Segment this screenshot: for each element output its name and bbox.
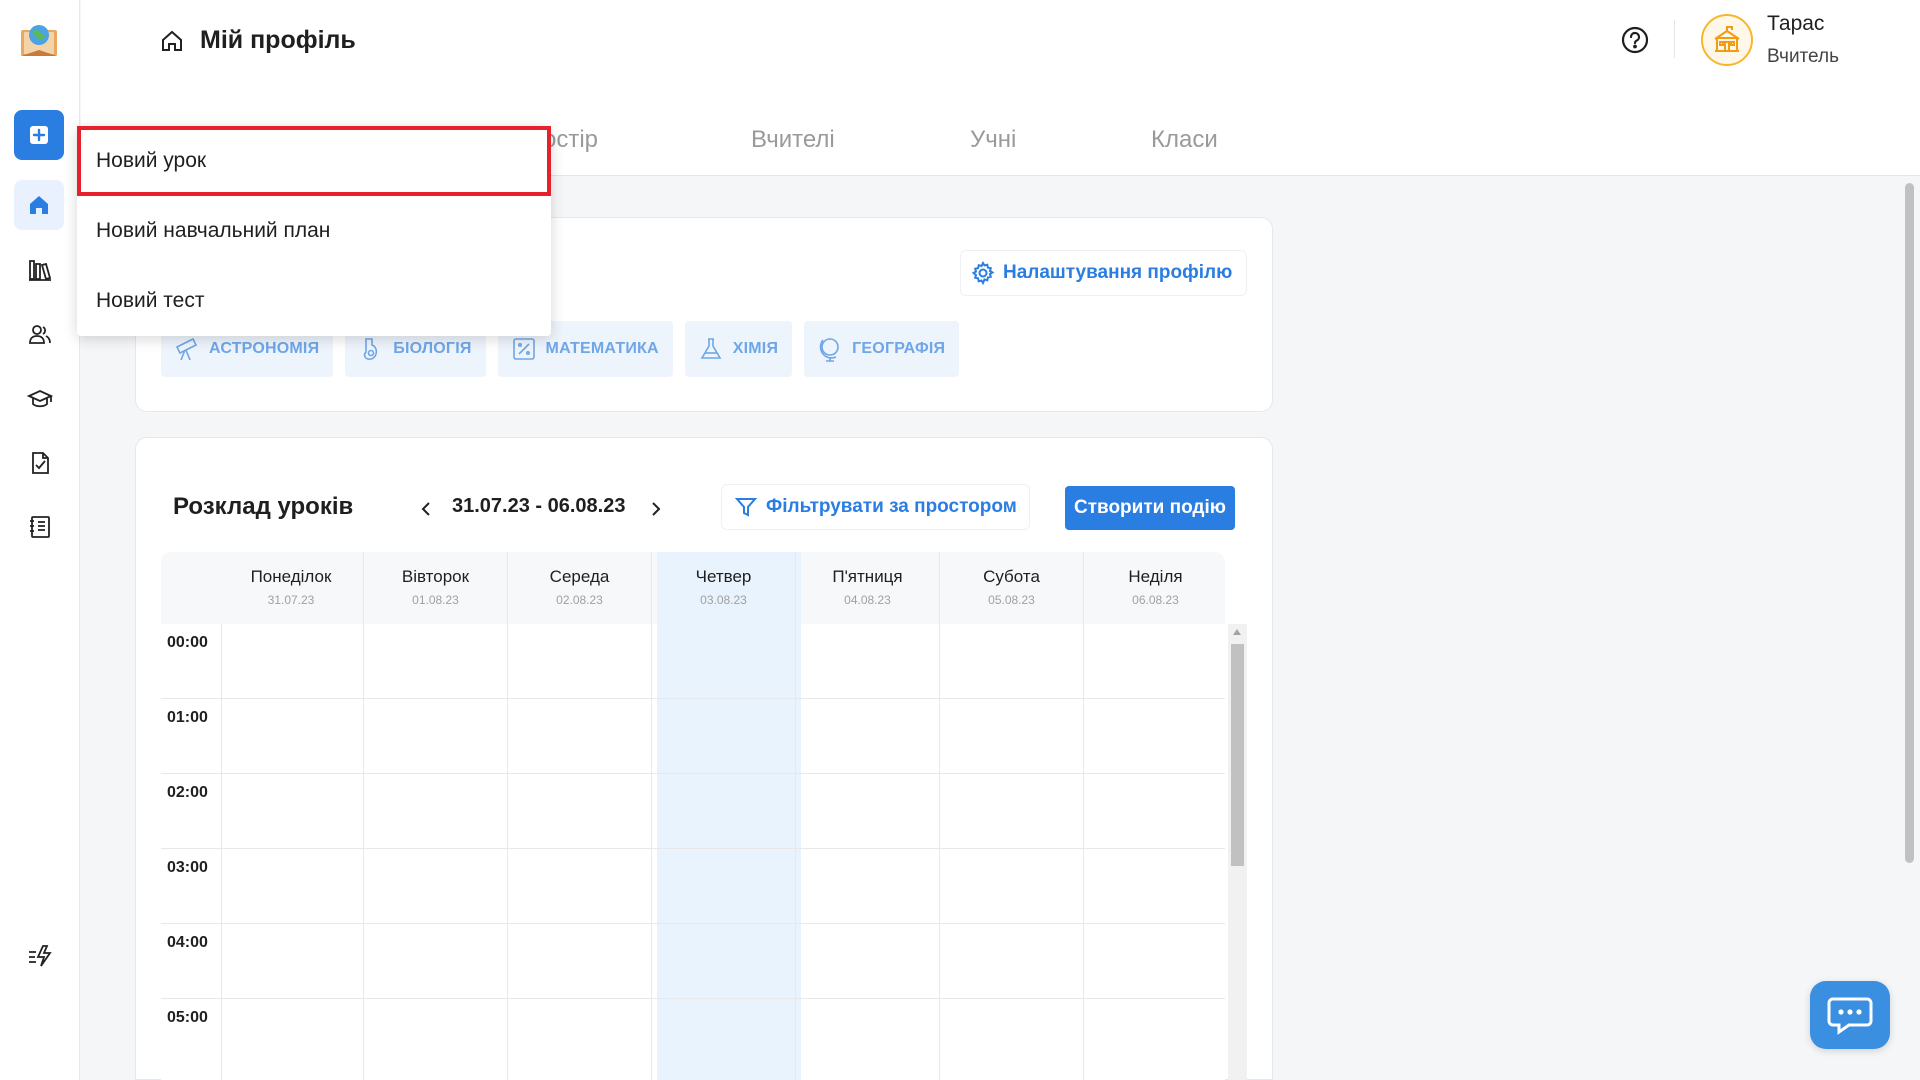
user-name: Тарас: [1767, 12, 1825, 35]
chevron-right-icon: [652, 502, 661, 516]
grid-line: [507, 624, 508, 1080]
hour-row: 03:00: [161, 849, 1225, 924]
weekly-calendar: Понеділок 31.07.23 Вівторок 01.08.23 Сер…: [161, 552, 1247, 1080]
sidebar-item-library[interactable]: [27, 257, 53, 283]
math-icon: [512, 338, 535, 360]
sidebar-item-users[interactable]: [27, 322, 53, 348]
schedule-card: Розклад уроків 31.07.23 - 06.08.23 Фільт…: [135, 437, 1273, 1080]
grid-line: [651, 624, 652, 1080]
day-header-today: Четвер 03.08.23: [651, 552, 795, 624]
chat-support-button[interactable]: [1810, 981, 1890, 1049]
sidebar-item-journal[interactable]: [27, 514, 53, 540]
sidebar-item-courses[interactable]: [27, 386, 53, 412]
grid-line: [1083, 624, 1084, 1080]
filter-by-space-button[interactable]: Фільтрувати за простором: [721, 484, 1030, 530]
day-header: Понеділок 31.07.23: [250, 567, 332, 607]
globe-icon: [819, 338, 839, 362]
menu-item-new-lesson[interactable]: Новий урок: [77, 126, 551, 196]
test-document-icon: [32, 452, 49, 474]
profile-settings-button[interactable]: Налаштування профілю: [960, 250, 1248, 296]
app-logo-icon[interactable]: [18, 18, 60, 60]
tab-teachers[interactable]: Вчителі: [751, 126, 835, 154]
next-week-button[interactable]: [642, 496, 668, 522]
hour-row: 05:00: [167, 1009, 208, 1026]
chevron-left-icon: [421, 502, 430, 516]
scroll-up-arrow-icon[interactable]: [1233, 629, 1241, 635]
subject-chip-geography[interactable]: ГЕОГРАФІЯ: [804, 321, 960, 377]
flask-icon: [700, 338, 722, 359]
week-range: 31.07.23 - 06.08.23: [452, 495, 626, 517]
subject-chip-chemistry[interactable]: ХІМІЯ: [684, 321, 793, 377]
calendar-scroll-thumb[interactable]: [1231, 644, 1244, 866]
home-icon: [30, 196, 48, 214]
calendar-scrollbar[interactable]: [1228, 624, 1247, 1080]
menu-item-new-curriculum[interactable]: Новий навчальний план: [77, 196, 551, 266]
journal-icon: [30, 516, 50, 538]
sidebar: [0, 0, 80, 1080]
sidebar-item-tests[interactable]: [27, 450, 53, 476]
help-icon[interactable]: [1620, 25, 1650, 55]
filter-icon: [734, 498, 758, 517]
plus-square-icon: [30, 126, 48, 144]
quick-actions-icon: [29, 945, 52, 967]
grid-line: [221, 624, 222, 1080]
tab-classes[interactable]: Класи: [1151, 126, 1218, 154]
day-header: Неділя 06.08.23: [1083, 552, 1227, 624]
sidebar-item-home[interactable]: [14, 180, 64, 230]
profile-settings-label: Налаштування профілю: [1003, 262, 1233, 283]
day-header: Вівторок 01.08.23: [363, 552, 507, 624]
hour-row: 00:00: [161, 624, 1225, 699]
telescope-icon: [175, 337, 198, 361]
hour-row: 02:00: [161, 774, 1225, 849]
library-icon: [29, 260, 52, 281]
avatar[interactable]: [1701, 14, 1753, 66]
hour-row: 04:00: [161, 924, 1225, 999]
page-scrollbar[interactable]: [1905, 183, 1914, 863]
tab-space[interactable]: остір: [543, 126, 598, 154]
school-icon: [1714, 26, 1740, 52]
grid-line: [795, 624, 796, 1080]
gear-icon: [971, 261, 995, 285]
users-icon: [29, 325, 51, 344]
chat-bubble-icon: [1827, 997, 1873, 1035]
grid-line: [939, 624, 940, 1080]
sidebar-collapse-button[interactable]: [27, 943, 53, 969]
grid-line: [363, 624, 364, 1080]
header-divider: [1674, 20, 1675, 58]
biology-icon: [364, 338, 378, 360]
create-dropdown-menu: Новий урок Новий навчальний план Новий т…: [77, 126, 551, 336]
prev-week-button[interactable]: [414, 496, 440, 522]
menu-item-new-test[interactable]: Новий тест: [77, 266, 551, 336]
tab-students[interactable]: Учні: [970, 126, 1016, 154]
day-header: П'ятниця 04.08.23: [795, 552, 939, 624]
calendar-grid[interactable]: 00:00 01:00 02:00 03:00 04:00 05:00: [161, 624, 1225, 1080]
home-outline-icon[interactable]: [159, 28, 185, 54]
day-header: Субота 05.08.23: [939, 552, 1083, 624]
schedule-title: Розклад уроків: [173, 493, 354, 520]
create-event-button[interactable]: Створити подію: [1065, 486, 1235, 530]
user-role: Вчитель: [1767, 46, 1839, 67]
page-title: Мій профіль: [200, 26, 356, 54]
day-header: Середа 02.08.23: [507, 552, 651, 624]
hour-row: 01:00: [161, 699, 1225, 774]
graduation-cap-icon: [27, 390, 53, 408]
create-new-button[interactable]: [14, 110, 64, 160]
